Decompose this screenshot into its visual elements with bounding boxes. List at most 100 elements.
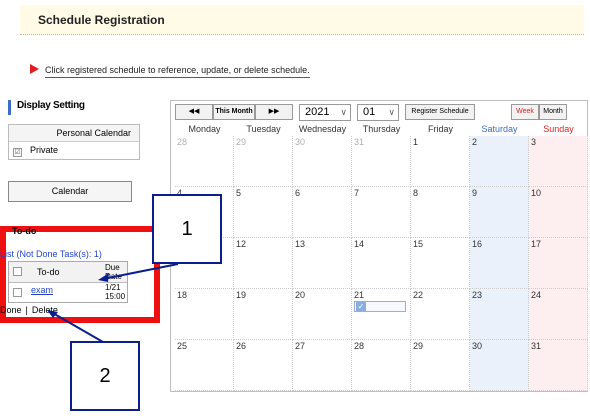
notice-text: Click registered schedule to reference, … xyxy=(45,65,310,78)
todo-column-header: To-do xyxy=(37,267,60,277)
calendar-day-cell[interactable]: 30 xyxy=(293,136,352,187)
calendar-day-cell[interactable]: 7 xyxy=(352,187,411,238)
week-view-button[interactable]: Week xyxy=(511,104,539,120)
day-number: 18 xyxy=(177,290,188,300)
page-title: Schedule Registration xyxy=(38,13,165,27)
private-checkbox[interactable]: ☑ xyxy=(13,148,22,157)
calendar-day-cell[interactable]: 29 xyxy=(234,136,293,187)
notice: Click registered schedule to reference, … xyxy=(30,64,310,78)
day-number: 30 xyxy=(295,137,306,147)
year-select[interactable]: 2021 ∨ xyxy=(299,104,351,121)
day-of-week-header: Tuesday xyxy=(246,124,281,134)
register-schedule-button[interactable]: Register Schedule xyxy=(405,104,475,120)
week-row: 18 19 20 21 ✓ 22 23 24 xyxy=(175,289,588,340)
calendar-day-cell[interactable]: 23 xyxy=(470,289,529,340)
calendar-day-cell[interactable]: 2 xyxy=(470,136,529,187)
day-number: 29 xyxy=(413,341,424,351)
day-of-week-header: Thursday xyxy=(362,124,401,134)
day-number: 3 xyxy=(531,137,537,147)
day-of-week-header: Monday xyxy=(188,124,221,134)
month-select[interactable]: 01 ∨ xyxy=(357,104,399,121)
private-calendar-row[interactable]: ☑ Private xyxy=(9,142,139,159)
calendar-day-cell[interactable]: 12 xyxy=(234,238,293,289)
month-value: 01 xyxy=(363,106,376,118)
calendar-day-cell[interactable]: 21 ✓ xyxy=(352,289,411,340)
calendar-day-cell[interactable]: 24 xyxy=(529,289,588,340)
calendar-day-cell[interactable]: 15 xyxy=(411,238,470,289)
calendar-day-cell[interactable]: 13 xyxy=(293,238,352,289)
day-number: 26 xyxy=(236,341,247,351)
calendar-day-cell[interactable]: 31 xyxy=(352,136,411,187)
day-of-week-header: Sunday xyxy=(543,124,574,134)
todo-actions: Done | Delete xyxy=(0,305,58,315)
day-number: 9 xyxy=(472,188,478,198)
calendar-day-cell[interactable]: 17 xyxy=(529,238,588,289)
display-setting-heading: Display Setting xyxy=(8,100,140,115)
calendar-day-cell[interactable]: 29 xyxy=(411,340,470,391)
todo-table-header: To-do Due Date xyxy=(9,262,127,283)
calendar-day-cell[interactable]: 31 xyxy=(529,340,588,391)
calendar-day-cell[interactable]: 19 xyxy=(234,289,293,340)
calendar-day-cell[interactable]: 10 xyxy=(529,187,588,238)
todo-list-link[interactable]: List (Not Done Task(s): 1) xyxy=(0,249,102,259)
day-number: 28 xyxy=(354,341,365,351)
chevron-down-icon: ∨ xyxy=(388,107,395,117)
todo-item-checkbox[interactable] xyxy=(13,288,22,297)
day-number: 7 xyxy=(354,188,360,198)
month-view-button[interactable]: Month xyxy=(539,104,567,120)
day-number: 10 xyxy=(531,188,542,198)
calendar-day-cell[interactable]: 25 xyxy=(175,340,234,391)
day-number: 27 xyxy=(295,341,306,351)
day-number: 14 xyxy=(354,239,365,249)
calendar-day-cell[interactable]: 18 xyxy=(175,289,234,340)
private-label: Private xyxy=(30,145,59,155)
delete-link[interactable]: Delete xyxy=(32,305,58,315)
schedule-entry[interactable]: ✓ xyxy=(354,301,406,312)
day-number: 16 xyxy=(472,239,483,249)
todo-table: To-do Due Date exam 1/21 15:00 xyxy=(8,261,128,303)
arrow-right-icon xyxy=(30,64,39,74)
calendar-day-cell[interactable]: 14 xyxy=(352,238,411,289)
calendar-grid: Monday Tuesday Wednesday Thursday Friday Satu… xyxy=(175,123,588,391)
todo-select-all-checkbox[interactable] xyxy=(13,267,22,276)
week-row: 25 26 27 28 29 30 31 xyxy=(175,340,588,391)
todo-item-link[interactable]: exam xyxy=(31,285,53,295)
day-number: 29 xyxy=(236,137,247,147)
calendar-day-cell[interactable]: 3 xyxy=(529,136,588,187)
calendar-day-cell[interactable]: 8 xyxy=(411,187,470,238)
day-number: 21 xyxy=(354,290,365,300)
calendar-toolbar: ◀◀ This Month ▶▶ 2021 ∨ 01 ∨ Register Sche… xyxy=(175,104,585,121)
next-month-button[interactable]: ▶▶ xyxy=(255,104,293,120)
this-month-button[interactable]: This Month xyxy=(213,104,255,120)
day-number: 1 xyxy=(413,137,419,147)
day-number: 25 xyxy=(177,341,188,351)
calendar-day-cell[interactable]: 20 xyxy=(293,289,352,340)
day-number: 5 xyxy=(236,188,242,198)
calendar-day-cell[interactable]: 9 xyxy=(470,187,529,238)
calendar-day-cell[interactable]: 28 xyxy=(175,136,234,187)
calendar-day-cell[interactable]: 16 xyxy=(470,238,529,289)
todo-item-due-date: 1/21 15:00 xyxy=(105,283,126,301)
day-number: 31 xyxy=(354,137,365,147)
month-calendar: ◀◀ This Month ▶▶ 2021 ∨ 01 ∨ Register Sche… xyxy=(170,100,588,392)
done-link[interactable]: Done xyxy=(0,305,22,315)
calendar-button[interactable]: Calendar xyxy=(8,181,132,202)
day-number: 15 xyxy=(413,239,424,249)
calendar-day-cell[interactable]: 6 xyxy=(293,187,352,238)
prev-month-button[interactable]: ◀◀ xyxy=(175,104,213,120)
day-of-week-header: Friday xyxy=(427,124,453,134)
day-number: 31 xyxy=(531,341,542,351)
calendar-day-cell[interactable]: 5 xyxy=(234,187,293,238)
calendar-day-cell[interactable]: 1 xyxy=(411,136,470,187)
day-number: 17 xyxy=(531,239,542,249)
personal-calendar-header: Personal Calendar xyxy=(9,125,139,142)
calendar-day-cell[interactable]: 27 xyxy=(293,340,352,391)
calendar-day-cell[interactable]: 22 xyxy=(411,289,470,340)
header-banner: Schedule Registration xyxy=(20,5,584,35)
calendar-day-cell[interactable]: 28 xyxy=(352,340,411,391)
day-of-week-header: Saturday xyxy=(481,124,518,134)
day-number: 8 xyxy=(413,188,419,198)
day-number: 19 xyxy=(236,290,247,300)
calendar-day-cell[interactable]: 30 xyxy=(470,340,529,391)
calendar-day-cell[interactable]: 26 xyxy=(234,340,293,391)
